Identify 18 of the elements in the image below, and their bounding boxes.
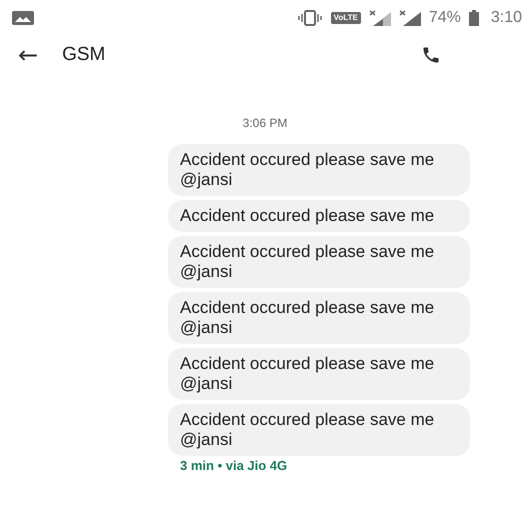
message-bubble[interactable]: Accident occured please save me (168, 200, 470, 232)
back-button[interactable]: ← (18, 41, 38, 69)
message-status: 3 min • via Jio 4G (180, 458, 288, 473)
volte-badge: VoLTE (330, 12, 361, 24)
image-icon (12, 11, 34, 25)
timestamp: 3:06 PM (242, 116, 288, 130)
battery-icon (468, 10, 479, 26)
message-bubble[interactable]: Accident occured please save me @jansi (168, 144, 470, 196)
signal-icon (398, 10, 421, 26)
vibrate-icon (296, 10, 323, 26)
message-bubble[interactable]: Accident occured please save me @jansi (168, 292, 470, 344)
signal-icon (368, 10, 391, 26)
clock: 3:10 (490, 9, 522, 27)
message-bubble[interactable]: Accident occured please save me @jansi (168, 236, 470, 288)
conversation-title: GSM (62, 44, 106, 66)
message-bubble[interactable]: Accident occured please save me @jansi (168, 348, 470, 400)
message-bubble[interactable]: Accident occured please save me @jansi (168, 404, 470, 456)
battery-percentage: 74% (428, 9, 461, 27)
